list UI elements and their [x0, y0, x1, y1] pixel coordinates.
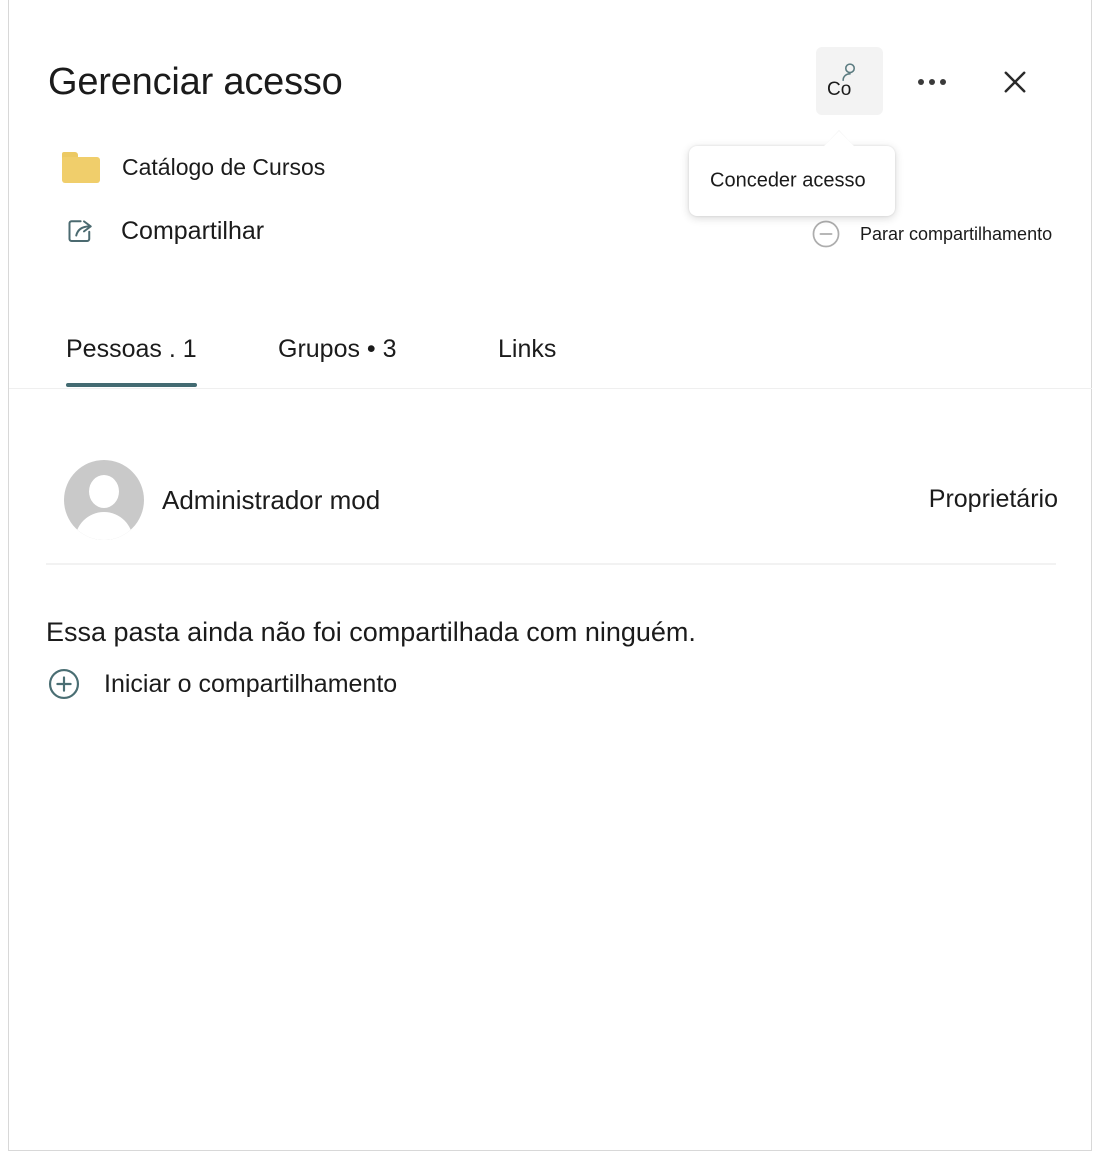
plus-circle-icon: [46, 666, 82, 702]
person-role: Proprietário: [928, 485, 1058, 513]
tab-bar-divider: [9, 388, 1092, 389]
tab-pessoas[interactable]: Pessoas . 1: [66, 318, 197, 387]
grant-access-button[interactable]: Co: [816, 47, 883, 115]
more-horizontal-icon: [929, 79, 935, 85]
start-sharing-button[interactable]: Iniciar o compartilhamento: [46, 666, 397, 702]
table-row[interactable]: Administrador mod Proprietário: [0, 455, 1102, 552]
start-sharing-label: Iniciar o compartilhamento: [104, 669, 398, 698]
more-horizontal-icon: [940, 79, 946, 85]
tooltip-beak: [823, 131, 855, 147]
grant-access-clipped-label: Co: [827, 79, 852, 100]
more-horizontal-icon: [918, 79, 924, 85]
share-icon: [65, 216, 95, 246]
grant-access-tooltip: Conceder acesso: [689, 130, 895, 216]
close-icon: [1004, 71, 1026, 93]
tab-links[interactable]: Links: [498, 318, 556, 380]
stop-sharing-row[interactable]: Parar compartilhamento: [810, 218, 1052, 250]
share-label: Compartilhar: [121, 216, 265, 245]
manage-access-panel: Gerenciar acesso Catálogo de Cursos Comp…: [0, 0, 1102, 1158]
share-row[interactable]: Compartilhar: [65, 216, 264, 246]
tab-grupos[interactable]: Grupos • 3: [278, 318, 397, 380]
folder-name-label: Catálogo de Cursos: [122, 154, 326, 180]
tab-bar: Pessoas . 1 Grupos • 3 Links: [0, 318, 1102, 390]
avatar: [64, 460, 144, 540]
stop-sharing-label: Parar compartilhamento: [860, 223, 1053, 244]
folder-icon: [62, 152, 100, 183]
close-button[interactable]: [990, 58, 1040, 106]
more-options-button[interactable]: [905, 62, 959, 102]
minus-circle-icon: [810, 218, 842, 250]
panel-header: Gerenciar acesso Catálogo de Cursos Comp…: [0, 0, 1102, 300]
person-name: Administrador mod: [162, 485, 381, 515]
folder-row[interactable]: Catálogo de Cursos: [62, 152, 325, 183]
tooltip-label: Conceder acesso: [710, 169, 866, 192]
empty-state-message: Essa pasta ainda não foi compartilhada c…: [46, 617, 696, 647]
people-list-divider: [46, 563, 1056, 565]
page-title: Gerenciar acesso: [48, 61, 343, 103]
